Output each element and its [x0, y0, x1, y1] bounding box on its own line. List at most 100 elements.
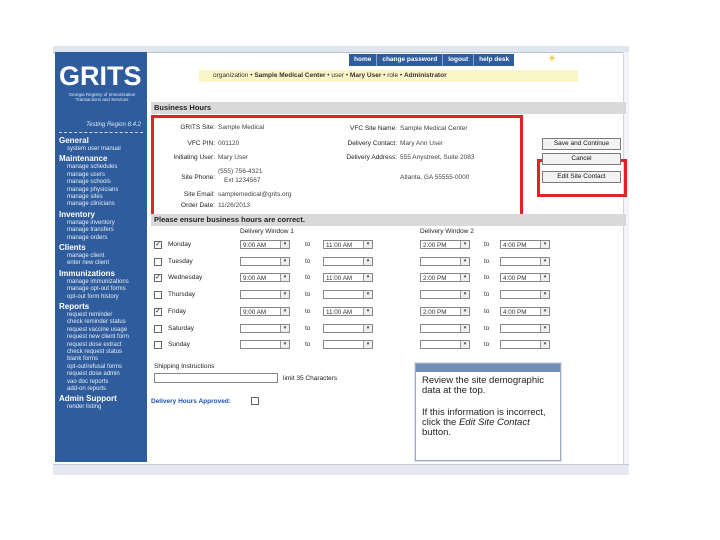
horizontal-scrollbar[interactable] — [53, 464, 629, 475]
sidebar-link[interactable]: request dose extract — [67, 342, 121, 348]
day-checkbox[interactable] — [154, 291, 162, 300]
w2-end-select[interactable]: ▾ — [500, 323, 550, 333]
sidebar-link[interactable]: request vaccine usage — [67, 327, 127, 333]
callout-edit-contact-ref: Edit Site Contact — [458, 417, 530, 428]
day-checkbox[interactable] — [154, 341, 162, 350]
chevron-down-icon: ▾ — [540, 307, 549, 315]
sidebar-link[interactable]: manage client — [67, 253, 104, 259]
w1-end-select[interactable]: ▾ — [323, 340, 373, 350]
sidebar-link[interactable]: manage schools — [67, 179, 111, 185]
shipping-input[interactable] — [154, 373, 278, 383]
nav-home[interactable]: home — [349, 54, 378, 66]
sidebar-link[interactable]: manage inventory — [67, 220, 115, 226]
w2-end-select[interactable]: 4:00 PM ▾ — [500, 306, 550, 316]
sidebar-link[interactable]: manage opt-out forms — [67, 286, 126, 292]
w2-start-select[interactable]: ▾ — [420, 290, 470, 300]
w1-end-select[interactable]: 11:00 AM ▾ — [323, 273, 373, 283]
w1-end-select-value: 11:00 AM — [326, 242, 353, 249]
nav-help-desk[interactable]: help desk — [474, 54, 514, 66]
day-checkbox[interactable]: ✓ — [154, 274, 162, 283]
chevron-down-icon: ▾ — [540, 257, 549, 265]
w1-end-select[interactable]: 11:00 AM ▾ — [323, 240, 373, 249]
sidebar-link[interactable]: enter new client — [67, 260, 109, 266]
chevron-down-icon: ▾ — [280, 307, 289, 315]
w2-start-select[interactable]: 2:00 PM ▾ — [420, 240, 470, 249]
sidebar-link[interactable]: manage sites — [67, 194, 103, 200]
day-checkbox[interactable]: ✓ — [154, 241, 162, 249]
edit-site-contact-button[interactable]: Edit Site Contact — [542, 171, 621, 183]
w1-start-select[interactable]: ▾ — [240, 290, 290, 300]
sidebar-link[interactable]: render listing — [67, 404, 101, 410]
limit-text: limit 35 Characters — [283, 375, 338, 382]
hours-approved-checkbox[interactable] — [251, 397, 259, 405]
chevron-down-icon: ▾ — [540, 324, 549, 332]
sidebar-link[interactable]: add-on reports — [67, 386, 106, 392]
w1-start-select[interactable]: 9:00 AM ▾ — [240, 240, 290, 249]
w2-end-select-value: 4:00 PM — [503, 308, 527, 316]
w1-end-select-value: 11:00 AM — [326, 308, 353, 316]
w2-end-select[interactable]: 4:00 PM ▾ — [500, 273, 550, 283]
w2-start-select[interactable]: ▾ — [420, 340, 470, 350]
sidebar-link[interactable]: manage transfers — [67, 227, 114, 233]
sidebar-link[interactable]: manage clinicians — [67, 201, 115, 207]
callout-text-1: Review the site demographic data at the … — [422, 375, 544, 396]
nav-logout[interactable]: logout — [443, 54, 475, 66]
w2-end-select[interactable]: 4:00 PM ▾ — [500, 240, 550, 249]
to-label: to — [484, 241, 490, 248]
callout-text-2-suffix: button. — [422, 427, 452, 438]
w2-start-select[interactable]: 2:00 PM ▾ — [420, 273, 470, 283]
sidebar-link[interactable]: manage orders — [67, 235, 107, 241]
w1-start-select-value: 9:00 AM — [243, 308, 267, 316]
w2-start-select[interactable]: 2:00 PM ▾ — [420, 306, 470, 316]
chevron-down-icon: ▾ — [540, 341, 549, 349]
to-label: to — [484, 341, 490, 349]
w1-start-select[interactable]: 9:00 AM ▾ — [240, 306, 290, 316]
w2-end-select[interactable]: ▾ — [500, 256, 550, 266]
registry-name: Georgia Registry of Immunization Transac… — [68, 92, 136, 102]
org-value: Sample Medical Center — [254, 72, 326, 79]
sidebar-link[interactable]: vao doc reports — [67, 379, 108, 385]
sidebar-link[interactable]: opt-out form history — [67, 294, 119, 300]
day-checkbox[interactable] — [154, 324, 162, 333]
chevron-down-icon: ▾ — [363, 341, 372, 349]
day-checkbox[interactable]: ✓ — [154, 307, 162, 316]
sidebar-link[interactable]: manage users — [67, 172, 105, 178]
w1-start-select[interactable]: ▾ — [240, 323, 290, 333]
w2-end-select-value: 4:00 PM — [503, 242, 527, 249]
day-label: Saturday — [168, 324, 195, 332]
w1-start-select[interactable]: ▾ — [240, 256, 290, 266]
w2-end-select[interactable]: ▾ — [500, 340, 550, 350]
w1-end-select[interactable]: 11:00 AM ▾ — [323, 306, 373, 316]
chevron-down-icon: ▾ — [460, 291, 469, 299]
w1-start-select-value: 9:00 AM — [243, 242, 267, 249]
nav-change-password[interactable]: change password — [377, 54, 444, 66]
sidebar-link[interactable]: opt-out/refusal forms — [67, 364, 122, 370]
sidebar-link[interactable]: request new client form — [67, 334, 129, 340]
w1-start-select[interactable]: ▾ — [240, 340, 290, 350]
sidebar-link[interactable]: manage immunizations — [67, 279, 129, 285]
sidebar-link[interactable]: system user manual — [67, 146, 121, 152]
sidebar-link[interactable]: check request status — [67, 349, 122, 355]
sidebar-link[interactable]: check reminder status — [67, 319, 126, 325]
w2-start-select-value: 2:00 PM — [423, 242, 447, 249]
w1-end-select[interactable]: ▾ — [323, 323, 373, 333]
lightbulb-icon[interactable]: ☀ — [547, 52, 557, 66]
w1-end-select[interactable]: ▾ — [323, 290, 373, 300]
sidebar-link[interactable]: blank forms — [67, 356, 98, 362]
hours-banner: Please ensure business hours are correct… — [151, 214, 626, 226]
sidebar-link[interactable]: request dose admin — [67, 371, 120, 377]
cancel-button[interactable]: Cancel — [542, 153, 621, 165]
save-continue-button[interactable]: Save and Continue — [542, 138, 621, 150]
sidebar-link[interactable]: manage physicians — [67, 187, 118, 193]
day-checkbox[interactable] — [154, 257, 162, 266]
sidebar-link[interactable]: manage schedules — [67, 164, 117, 170]
w2-start-select[interactable]: ▾ — [420, 256, 470, 266]
chevron-down-icon: ▾ — [540, 291, 549, 299]
sidebar-link[interactable]: request reminder — [67, 312, 112, 318]
chevron-down-icon: ▾ — [363, 241, 372, 248]
w2-start-select[interactable]: ▾ — [420, 323, 470, 333]
w2-end-select[interactable]: ▾ — [500, 290, 550, 300]
w1-start-select[interactable]: 9:00 AM ▾ — [240, 273, 290, 283]
chevron-down-icon: ▾ — [280, 257, 289, 265]
w1-end-select[interactable]: ▾ — [323, 256, 373, 266]
